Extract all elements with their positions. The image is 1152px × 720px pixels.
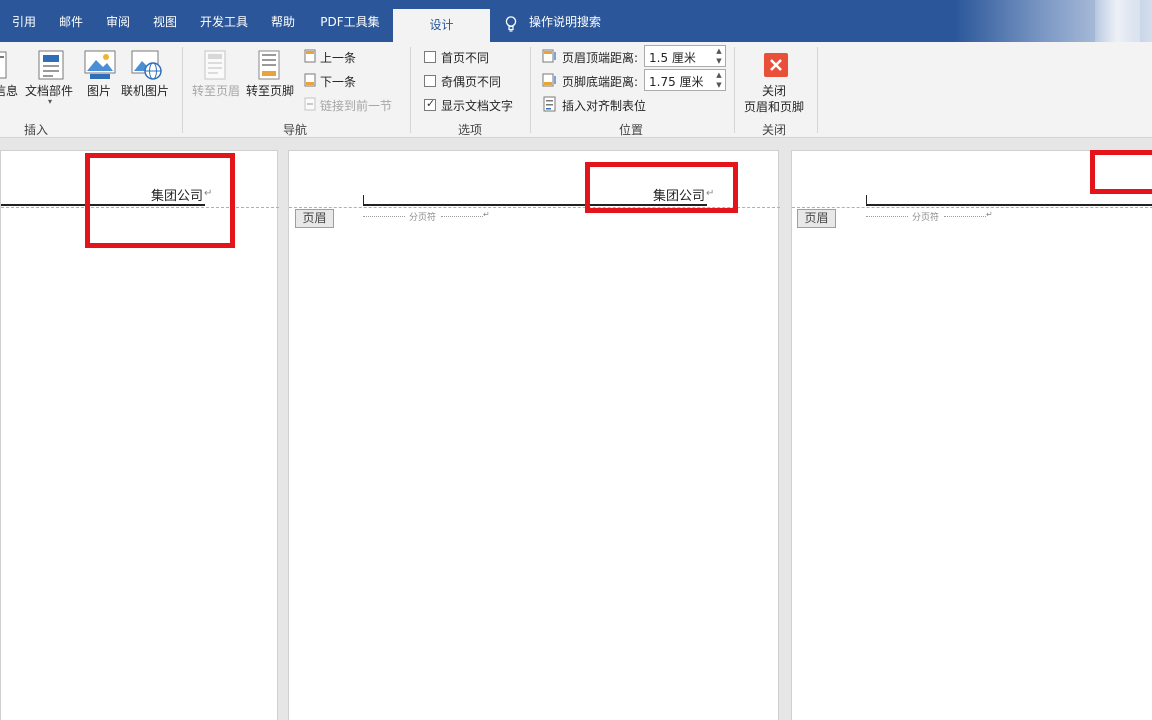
page-break-label: 分页符	[912, 213, 940, 223]
chevron-down-icon[interactable]: ▾	[48, 97, 52, 106]
online-pictures-button[interactable]: 联机图片	[121, 82, 169, 99]
page-break-line	[363, 216, 405, 217]
group-label-navigation: 导航	[283, 123, 308, 137]
insert-alignment-tab-button[interactable]: 插入对齐制表位	[562, 97, 646, 114]
spinner-arrows-icon[interactable]: ▲ ▼	[713, 46, 725, 66]
header-bottom-border	[866, 204, 1152, 206]
tell-me-search[interactable]: 操作说明搜索	[529, 0, 609, 42]
pictures-icon[interactable]	[84, 50, 116, 80]
group-separator	[410, 47, 411, 133]
highlight-box	[1090, 150, 1152, 194]
page-3[interactable]: 页眉 分页符 ↵	[791, 150, 1152, 720]
close-header-footer-label-line2[interactable]: 页眉和页脚	[744, 98, 804, 115]
tab-review[interactable]: 审阅	[97, 0, 139, 42]
ribbon-design: 信息 文档部件 ▾ 图片 联机图片 插入 转至页眉 转至页脚 上一条 下一条 链…	[0, 42, 1152, 138]
document-info-label[interactable]: 信息	[0, 82, 18, 99]
next-section-icon[interactable]	[303, 73, 317, 87]
page-break-line	[944, 216, 986, 217]
go-to-header-button[interactable]: 转至页眉	[192, 82, 240, 99]
different-first-page-checkbox[interactable]	[424, 51, 436, 63]
different-first-page-label[interactable]: 首页不同	[441, 49, 489, 66]
group-label-position: 位置	[619, 123, 644, 137]
tab-references[interactable]: 引用	[4, 0, 44, 42]
paragraph-mark-icon: ↵	[986, 210, 993, 219]
link-to-previous-icon[interactable]	[303, 97, 317, 111]
footer-from-bottom-label: 页脚底端距离:	[562, 75, 639, 89]
header-from-top-spinner[interactable]: 1.5 厘米 ▲ ▼	[644, 45, 726, 67]
page-break-label: 分页符	[409, 213, 437, 223]
previous-section-icon[interactable]	[303, 49, 317, 63]
online-pictures-icon[interactable]	[131, 50, 163, 80]
footer-from-bottom-spinner[interactable]: 1.75 厘米 ▲ ▼	[644, 69, 726, 91]
insert-alignment-tab-icon[interactable]	[543, 96, 557, 112]
quick-parts-icon[interactable]	[38, 50, 64, 80]
group-separator	[734, 47, 735, 133]
header-tag: 页眉	[295, 209, 334, 228]
tab-developer[interactable]: 开发工具	[192, 0, 256, 42]
link-to-previous-button[interactable]: 链接到前一节	[320, 97, 392, 114]
tab-design[interactable]: 设计	[393, 9, 490, 42]
group-label-options: 选项	[458, 123, 483, 137]
group-label-close: 关闭	[762, 123, 787, 137]
footer-position-icon	[542, 73, 556, 87]
next-section-button[interactable]: 下一条	[320, 73, 356, 90]
header-from-top-value[interactable]: 1.5 厘米	[649, 49, 696, 66]
close-header-footer-icon[interactable]	[763, 52, 789, 78]
pictures-button[interactable]: 图片	[87, 82, 111, 99]
header-boundary-line	[792, 207, 1152, 208]
tab-help[interactable]: 帮助	[262, 0, 304, 42]
different-odd-even-checkbox[interactable]	[424, 75, 436, 87]
close-header-footer-label-line1[interactable]: 关闭	[762, 82, 786, 99]
go-to-header-icon[interactable]	[204, 50, 226, 80]
different-odd-even-label[interactable]: 奇偶页不同	[441, 73, 501, 90]
page-2[interactable]: 集团公司 ↵ 页眉 分页符 ↵	[288, 150, 780, 720]
tab-pdf-tools[interactable]: PDF工具集	[312, 0, 388, 42]
page-break-line	[866, 216, 908, 217]
group-separator	[530, 47, 531, 133]
spinner-arrows-icon[interactable]: ▲ ▼	[713, 70, 725, 90]
screen-glare-highlight	[1095, 0, 1140, 42]
footer-from-bottom-value[interactable]: 1.75 厘米	[649, 73, 704, 90]
group-separator	[182, 47, 183, 133]
group-separator	[817, 47, 818, 133]
go-to-footer-icon[interactable]	[258, 50, 280, 80]
paragraph-mark-icon: ↵	[483, 210, 490, 219]
highlight-box	[85, 153, 235, 248]
highlight-box	[585, 162, 738, 213]
previous-section-button[interactable]: 上一条	[320, 49, 356, 66]
ribbon-tab-bar: 引用 邮件 审阅 视图 开发工具 帮助 PDF工具集 设计 操作说明搜索	[0, 0, 1152, 42]
tab-view[interactable]: 视图	[144, 0, 186, 42]
go-to-footer-button[interactable]: 转至页脚	[246, 82, 294, 99]
header-position-icon	[542, 49, 556, 63]
checkmark-icon: ✓	[426, 97, 436, 110]
tab-mailings[interactable]: 邮件	[50, 0, 92, 42]
page-break-line	[441, 216, 483, 217]
show-document-text-label[interactable]: 显示文档文字	[441, 97, 513, 114]
document-canvas: 集团公司 ↵ 集团公司 ↵ 页眉 分页符 ↵ 页眉 分页符 ↵	[0, 138, 1152, 720]
header-corner-mark	[866, 195, 867, 205]
show-document-text-checkbox[interactable]: ✓	[424, 97, 436, 111]
lightbulb-icon	[505, 16, 517, 32]
group-label-insert: 插入	[24, 123, 49, 137]
header-corner-mark	[363, 195, 364, 205]
document-info-icon[interactable]	[0, 50, 8, 80]
header-tag: 页眉	[797, 209, 836, 228]
header-from-top-label: 页眉顶端距离:	[562, 51, 639, 65]
